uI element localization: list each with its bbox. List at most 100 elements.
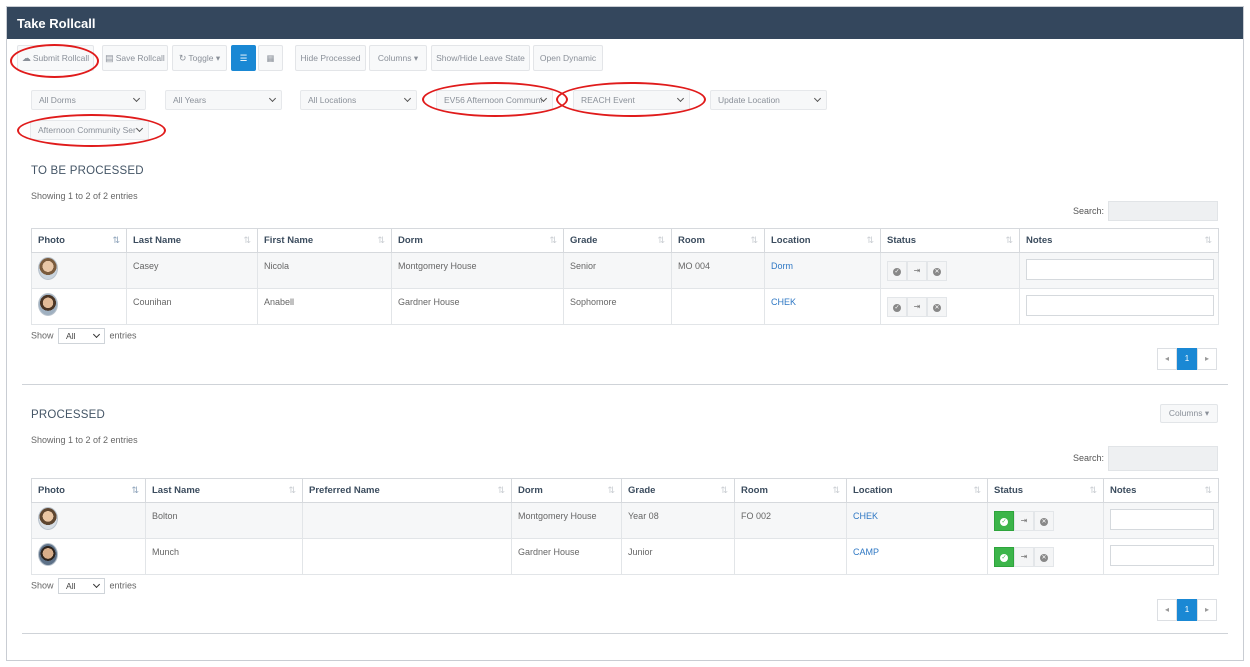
column-header-grade[interactable]: Grade ⇅ — [563, 228, 672, 253]
location-link[interactable]: Dorm — [764, 252, 881, 289]
page-length-select[interactable]: All — [58, 328, 106, 344]
notes-input[interactable] — [1110, 509, 1214, 530]
column-header-status[interactable]: Status ⇅ — [987, 478, 1104, 503]
chevron-down-icon — [135, 124, 144, 133]
search-input[interactable] — [1108, 446, 1218, 471]
column-header-last-name[interactable]: Last Name ⇅ — [145, 478, 303, 503]
chevron-down-icon — [132, 94, 141, 103]
column-header-notes[interactable]: Notes ⇅ — [1103, 478, 1219, 503]
present-button[interactable]: ✓ — [994, 547, 1014, 567]
to-be-processed-table: Photo ⇅ Last Name ⇅ First Name ⇅ Dorm ⇅ Grad… — [31, 228, 1219, 325]
column-header-dorm[interactable]: Dorm ⇅ — [391, 228, 564, 253]
sort-icon: ⇅ — [549, 235, 557, 245]
entries-info: Showing 1 to 2 of 2 entries — [31, 435, 138, 445]
sort-icon: ⇅ — [973, 485, 981, 495]
column-header-room[interactable]: Room ⇅ — [734, 478, 847, 503]
submit-rollcall-button[interactable]: ☁ Submit Rollcall — [17, 45, 94, 71]
sort-asc-icon: ⇅ — [112, 235, 120, 245]
column-header-room[interactable]: Room ⇅ — [671, 228, 765, 253]
avatar — [38, 543, 58, 566]
present-button[interactable]: ✓ — [887, 261, 907, 281]
show-hide-leave-state-button[interactable]: Show/Hide Leave State — [431, 45, 530, 71]
processed-table: Photo ⇅ Last Name ⇅ Preferred Name ⇅ Dorm ⇅ … — [31, 478, 1219, 575]
list-view-button[interactable]: ☰ — [231, 45, 256, 71]
save-rollcall-button[interactable]: ▤ Save Rollcall — [102, 45, 168, 71]
column-header-first-name[interactable]: First Name ⇅ — [257, 228, 392, 253]
sign-in-button[interactable]: ⇥ — [1014, 547, 1034, 567]
first-name-cell: Nicola — [257, 252, 392, 289]
last-name-cell: Munch — [145, 538, 303, 575]
sign-in-button[interactable]: ⇥ — [1014, 511, 1034, 531]
sign-in-button[interactable]: ⇥ — [907, 261, 927, 281]
sort-icon: ⇅ — [1089, 485, 1097, 495]
grade-cell: Senior — [563, 252, 672, 289]
next-page-button[interactable]: ▸ — [1197, 348, 1217, 370]
present-button[interactable]: ✓ — [887, 297, 907, 317]
notes-input[interactable] — [1026, 295, 1214, 316]
sign-in-icon: ⇥ — [913, 302, 921, 311]
present-button[interactable]: ✓ — [994, 511, 1014, 531]
column-header-photo[interactable]: Photo ⇅ — [31, 478, 146, 503]
toggle-button[interactable]: ↻ Toggle ▾ — [172, 45, 227, 71]
notes-input[interactable] — [1026, 259, 1214, 280]
location-link[interactable]: CAMP — [846, 538, 988, 575]
dorm-cell: Gardner House — [391, 288, 564, 325]
sign-in-icon: ⇥ — [1020, 516, 1028, 525]
event-filter[interactable]: EV56 Afternoon Communi — [436, 90, 553, 110]
absent-button[interactable]: ✕ — [1034, 547, 1054, 567]
location-filter[interactable]: All Locations — [300, 90, 417, 110]
sign-in-icon: ⇥ — [1020, 552, 1028, 561]
cloud-upload-icon: ☁ — [21, 53, 31, 63]
sort-icon: ⇅ — [1204, 235, 1212, 245]
location-link[interactable]: CHEK — [764, 288, 881, 325]
previous-page-button[interactable]: ◂ — [1157, 599, 1177, 621]
page-button[interactable]: 1 — [1177, 599, 1197, 621]
refresh-icon: ↻ — [178, 53, 187, 63]
reach-event-filter[interactable]: REACH Event — [573, 90, 690, 110]
update-location-select[interactable]: Update Location — [710, 90, 827, 110]
sign-in-icon: ⇥ — [913, 266, 921, 275]
year-filter[interactable]: All Years — [165, 90, 282, 110]
grid-view-button[interactable]: ▦ — [258, 45, 283, 71]
sort-icon: ⇅ — [497, 485, 505, 495]
pagination: ◂ 1 ▸ — [1157, 348, 1217, 370]
check-icon: ✓ — [893, 268, 901, 276]
community-service-filter[interactable]: Afternoon Community Ser — [30, 120, 149, 140]
absent-button[interactable]: ✕ — [927, 297, 947, 317]
column-header-notes[interactable]: Notes ⇅ — [1019, 228, 1219, 253]
close-icon: ✕ — [1040, 554, 1048, 562]
notes-input[interactable] — [1110, 545, 1214, 566]
absent-button[interactable]: ✕ — [1034, 511, 1054, 531]
search-input[interactable] — [1108, 201, 1218, 221]
search-label: Search: — [1073, 206, 1105, 216]
absent-button[interactable]: ✕ — [927, 261, 947, 281]
column-header-location[interactable]: Location ⇅ — [764, 228, 881, 253]
column-header-status[interactable]: Status ⇅ — [880, 228, 1020, 253]
search-label: Search: — [1073, 453, 1105, 463]
column-header-grade[interactable]: Grade ⇅ — [621, 478, 735, 503]
next-page-button[interactable]: ▸ — [1197, 599, 1217, 621]
dorm-filter[interactable]: All Dorms — [31, 90, 146, 110]
column-header-location[interactable]: Location ⇅ — [846, 478, 988, 503]
location-link[interactable]: CHEK — [846, 502, 988, 539]
previous-page-button[interactable]: ◂ — [1157, 348, 1177, 370]
column-header-last-name[interactable]: Last Name ⇅ — [126, 228, 258, 253]
page-length-select[interactable]: All — [58, 578, 106, 594]
sort-icon: ⇅ — [243, 235, 251, 245]
open-dynamic-button[interactable]: Open Dynamic — [533, 45, 603, 71]
page-button[interactable]: 1 — [1177, 348, 1197, 370]
columns-button[interactable]: Columns ▾ — [369, 45, 427, 71]
column-header-dorm[interactable]: Dorm ⇅ — [511, 478, 622, 503]
column-header-preferred-name[interactable]: Preferred Name ⇅ — [302, 478, 512, 503]
divider — [22, 384, 1228, 385]
hide-processed-button[interactable]: Hide Processed — [295, 45, 366, 71]
table-row: Casey Nicola Montgomery House Senior MO … — [31, 252, 1219, 289]
sign-in-button[interactable]: ⇥ — [907, 297, 927, 317]
processed-columns-button[interactable]: Columns ▾ — [1160, 404, 1218, 423]
sort-icon: ⇅ — [1204, 485, 1212, 495]
sort-icon: ⇅ — [288, 485, 296, 495]
first-name-cell: Anabell — [257, 288, 392, 325]
avatar — [38, 257, 58, 280]
column-header-photo[interactable]: Photo ⇅ — [31, 228, 127, 253]
sort-icon: ⇅ — [377, 235, 385, 245]
